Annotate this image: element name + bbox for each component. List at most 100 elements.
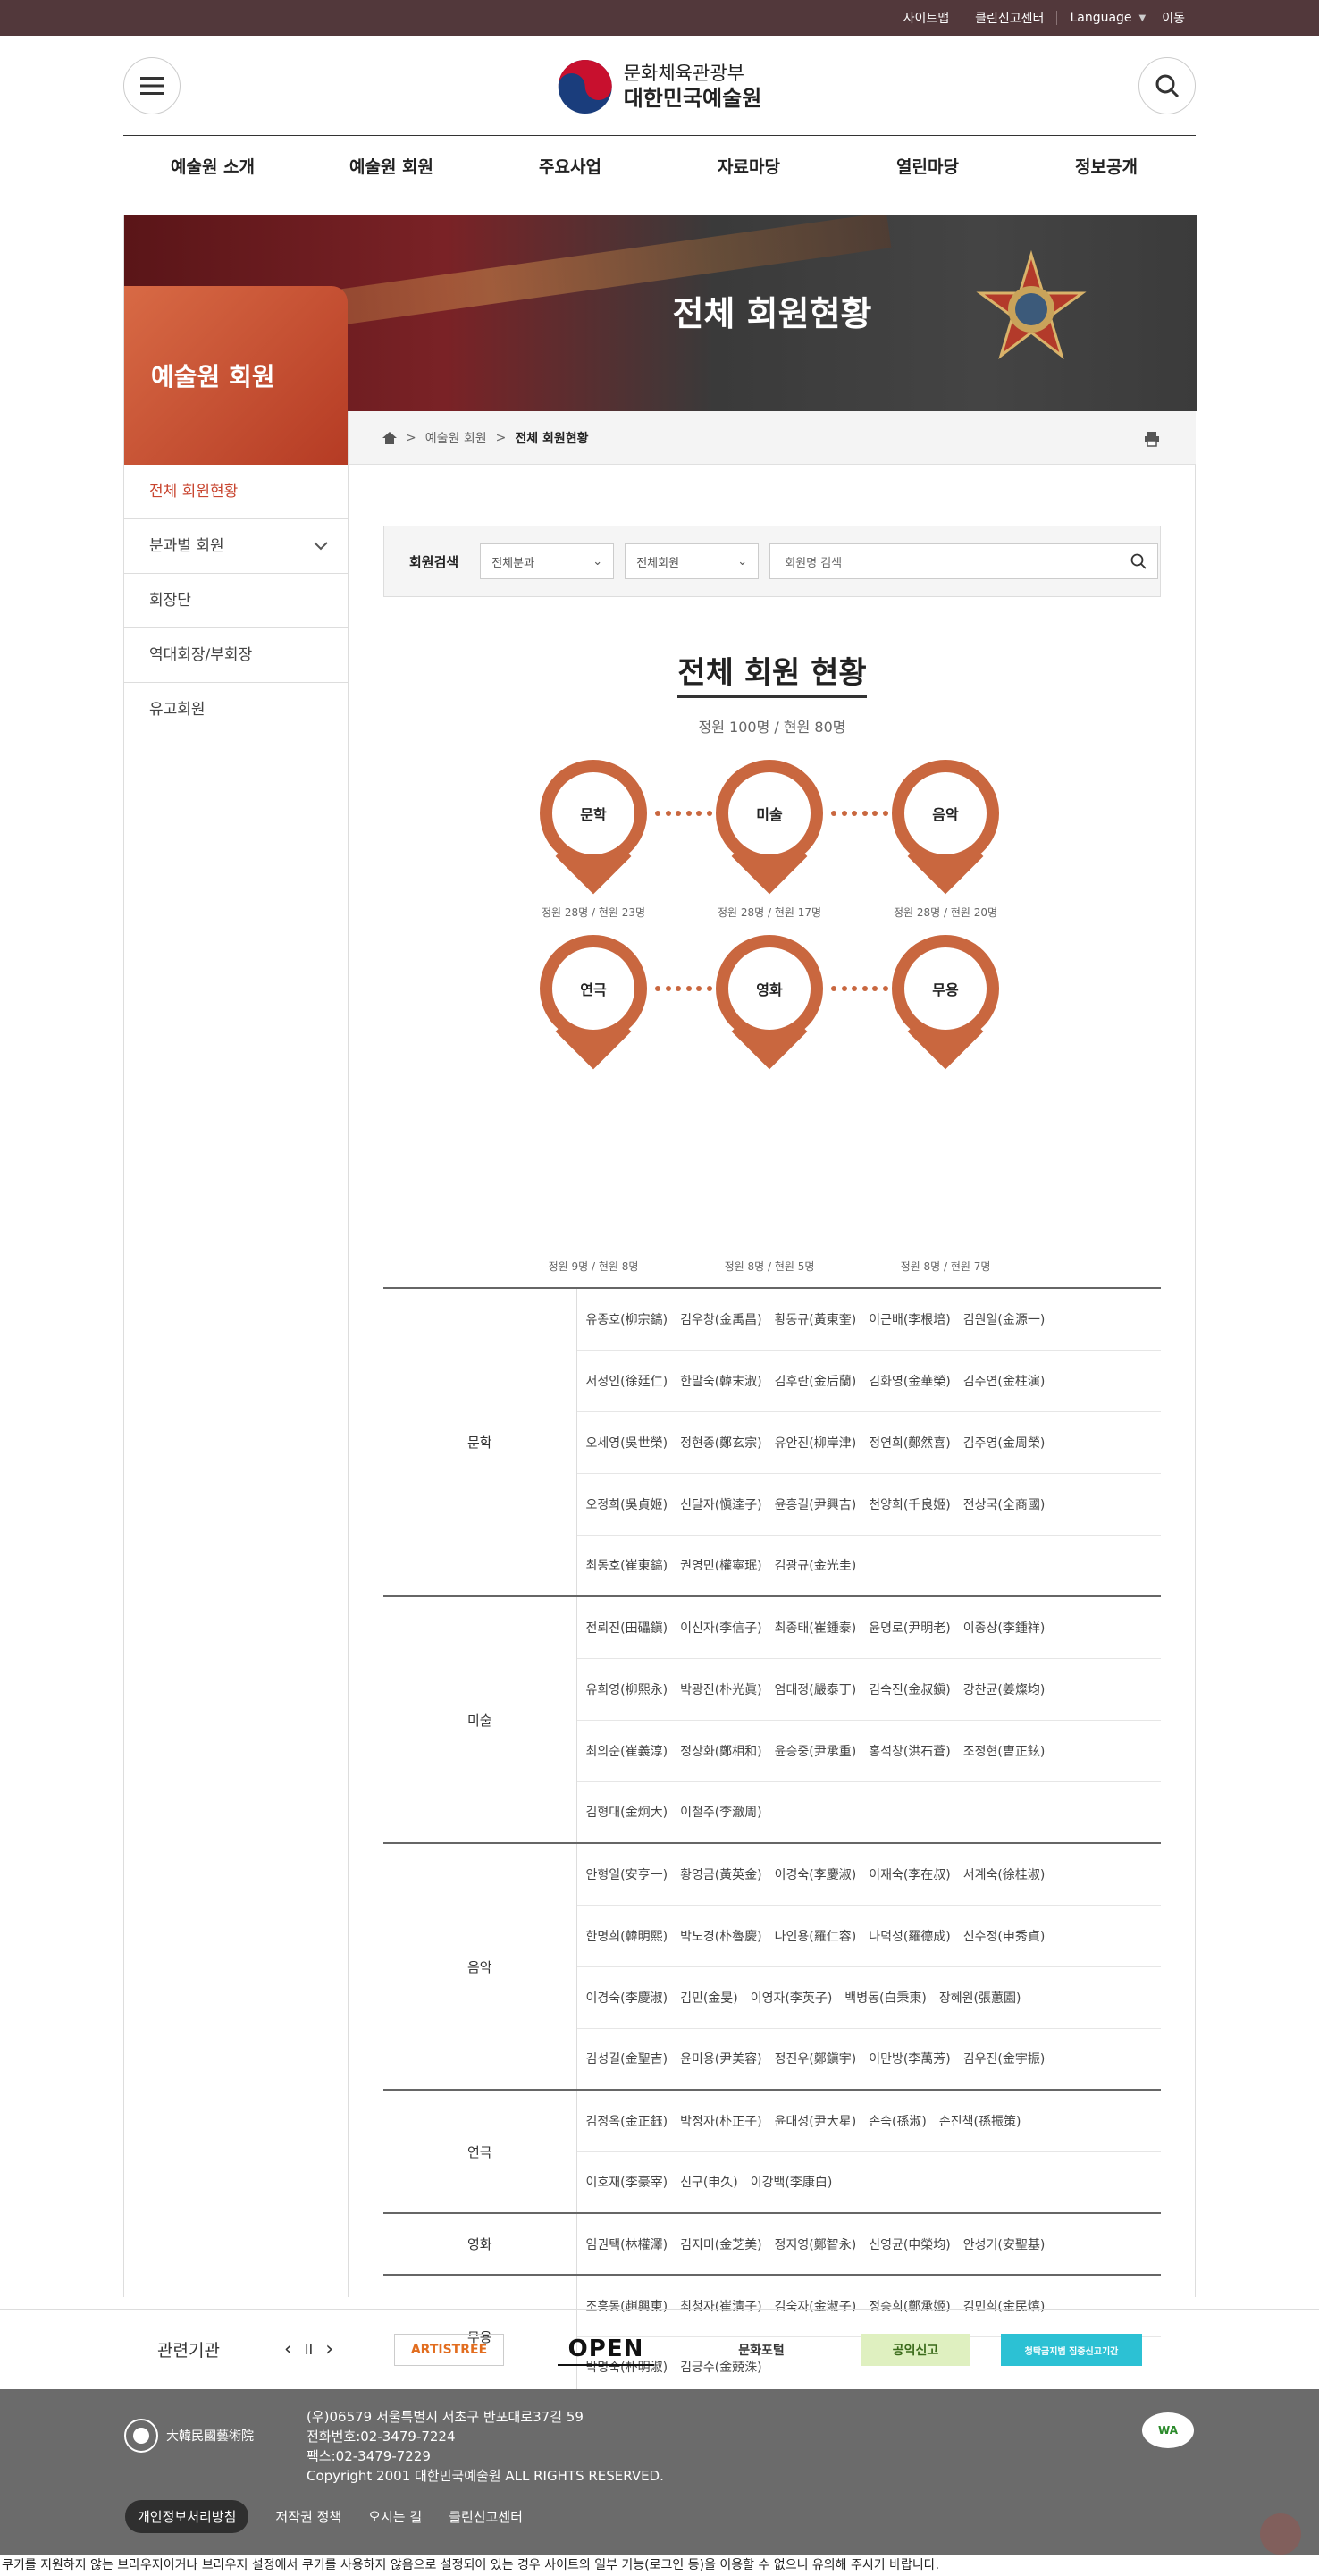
prev-arrow-icon[interactable]: ‹ bbox=[284, 2338, 292, 2361]
banner-open[interactable]: OPEN bbox=[558, 2334, 654, 2366]
breadcrumb-sep: > bbox=[495, 430, 507, 445]
print-icon[interactable] bbox=[1144, 431, 1160, 447]
academy-name: 대한민국예술원 bbox=[623, 86, 762, 111]
search-button[interactable] bbox=[1138, 57, 1196, 114]
nav-open-forum[interactable]: 열린마당 bbox=[838, 136, 1017, 198]
division-pin-dance[interactable]: 무용 bbox=[892, 935, 999, 1070]
carousel-controls: ‹ II › bbox=[284, 2338, 333, 2361]
footer-logo-text: 大韓民國藝術院 bbox=[166, 2429, 254, 2444]
chevron-down-icon: ⌄ bbox=[592, 554, 603, 568]
member-type-select[interactable]: 전체회원 ⌄ bbox=[625, 543, 760, 579]
total-quota: 정원 100명 / 현원 80명 bbox=[698, 719, 846, 736]
footer-tel: 전화번호:02-3479-7224 bbox=[307, 2429, 456, 2445]
member-names: 유종호(柳宗鎬) 김우창(金禹昌) 황동규(黃東奎) 이근배(李根培) 김원일(… bbox=[576, 1287, 1161, 1351]
language-go-button[interactable]: 이동 bbox=[1158, 9, 1197, 27]
pause-icon[interactable]: II bbox=[305, 2338, 313, 2361]
privacy-policy-link[interactable]: 개인정보처리방침 bbox=[125, 2500, 249, 2533]
member-names: 서정인(徐廷仁) 한말숙(韓末淑) 김후란(金后蘭) 김화영(金華榮) 김주연(… bbox=[576, 1350, 1161, 1412]
breadcrumb-level1[interactable]: 예술원 회원 bbox=[425, 429, 487, 447]
taegeuk-emblem-icon bbox=[558, 60, 612, 114]
division-pin-label: 연극 bbox=[552, 947, 634, 1030]
clean-report-footer-link[interactable]: 클린신고센터 bbox=[449, 2507, 523, 2526]
nav-about[interactable]: 예술원 소개 bbox=[123, 136, 302, 198]
division-name: 음악 bbox=[383, 1842, 577, 2090]
nav-projects[interactable]: 주요사업 bbox=[481, 136, 660, 198]
language-select[interactable]: Language ▼ bbox=[1056, 11, 1158, 25]
copyright-policy-link[interactable]: 저작권 정책 bbox=[275, 2507, 341, 2526]
member-names: 안형일(安亨一) 황영금(黃英金) 이경숙(李慶淑) 이재숙(李在叔) 서계숙(… bbox=[576, 1842, 1161, 1906]
member-names: 김형대(金炯大) 이철주(李澈周) bbox=[585, 1806, 762, 1821]
division-select-value: 전체분과 bbox=[491, 556, 535, 570]
footer-logo: 大韓民國藝術院 bbox=[123, 2418, 254, 2454]
side-item-division-members[interactable]: 분과별 회원 bbox=[124, 519, 348, 574]
footer-fax: 팩스:02-3479-7229 bbox=[307, 2448, 431, 2464]
member-names: 최의순(崔義淳) 정상화(鄭相和) 윤승중(尹承重) 홍석창(洪石蒼) 조정현(… bbox=[576, 1720, 1161, 1782]
academy-seal-icon bbox=[124, 2419, 158, 2453]
division-name: 연극 bbox=[383, 2089, 577, 2213]
division-quota: 정원 9명 / 현원 8명 bbox=[548, 1260, 639, 1273]
banner-public-report[interactable]: 공익신고 bbox=[861, 2334, 970, 2366]
side-item-past-chairs[interactable]: 역대회장/부회장 bbox=[124, 628, 348, 683]
member-table: 문학 유종호(柳宗鎬) 김우창(金禹昌) 황동규(黃東奎) 이근배(李根培) 김원… bbox=[383, 1287, 1161, 2400]
scroll-top-button[interactable] bbox=[1260, 2513, 1301, 2555]
clean-report-link[interactable]: 클린신고센터 bbox=[962, 9, 1056, 27]
menu-button[interactable] bbox=[123, 57, 181, 114]
member-names: 최동호(崔東鎬) 권영민(權寧珉) 김광규(金光圭) bbox=[585, 1559, 857, 1574]
member-names: 임권택(林權澤) 김지미(金芝美) 정지영(鄭智永) 신영균(申榮均) 안성기(… bbox=[576, 2212, 1161, 2275]
side-item-division-label: 분과별 회원 bbox=[149, 537, 224, 555]
next-arrow-icon[interactable]: › bbox=[325, 2338, 333, 2361]
member-names: 오세영(吳世榮) 정현종(鄭玄宗) 유안진(柳岸津) 정연희(鄭然喜) 김주영(… bbox=[576, 1411, 1161, 1474]
side-item-chairs[interactable]: 회장단 bbox=[124, 574, 348, 628]
language-label: Language bbox=[1070, 11, 1132, 25]
division-pin-film[interactable]: 영화 bbox=[716, 935, 823, 1070]
division-select[interactable]: 전체분과 ⌄ bbox=[480, 543, 615, 579]
site-logo[interactable]: 문화체육관광부 대한민국예술원 bbox=[558, 59, 762, 114]
utility-bar: 사이트맵 클린신고센터 Language ▼ 이동 bbox=[0, 0, 1319, 36]
footer-copyright: Copyright 2001 대한민국예술원 ALL RIGHTS RESERV… bbox=[307, 2468, 664, 2484]
connector-dots bbox=[831, 986, 888, 991]
page-title: 전체 회원 현황 bbox=[349, 648, 1196, 698]
directions-link[interactable]: 오시는 길 bbox=[368, 2507, 422, 2526]
search-icon[interactable] bbox=[1130, 553, 1147, 569]
nav-members[interactable]: 예술원 회원 bbox=[302, 136, 481, 198]
division-pin-art[interactable]: 미술 bbox=[716, 760, 823, 895]
table-row: 문학 유종호(柳宗鎬) 김우창(金禹昌) 황동규(黃東奎) 이근배(李根培) 김원… bbox=[383, 1287, 1161, 1596]
home-icon[interactable] bbox=[382, 431, 397, 444]
division-quota: 정원 28명 / 현원 20명 bbox=[893, 906, 998, 919]
hamburger-icon bbox=[140, 77, 164, 95]
division-pin-label: 미술 bbox=[728, 772, 811, 854]
main-navigation: 예술원 소개 예술원 회원 주요사업 자료마당 열린마당 정보공개 bbox=[123, 136, 1196, 198]
search-icon bbox=[1155, 74, 1180, 98]
member-names: 이호재(李豪宰) 신구(申久) 이강백(李康白) bbox=[585, 2176, 833, 2191]
connector-dots bbox=[655, 986, 712, 991]
search-label: 회원검색 bbox=[409, 553, 459, 570]
member-name-input[interactable]: 회원명 검색 bbox=[769, 543, 1159, 579]
connector-dots bbox=[831, 811, 888, 816]
member-names: 오정희(吳貞姬) 신달자(愼達子) 윤흥길(尹興吉) 천양희(千良姬) 전상국(… bbox=[576, 1473, 1161, 1536]
member-names: 김성길(金聖吉) 윤미용(尹美容) 정진우(鄭鎭宇) 이만방(李萬芳) 김우진(… bbox=[585, 2052, 1046, 2067]
site-footer: 大韓民國藝術院 (우)06579 서울특별시 서초구 반포대로37길 59 전화… bbox=[0, 2389, 1319, 2555]
member-names: 이경숙(李慶淑) 김민(金旻) 이영자(李英子) 백병동(白秉東) 장혜원(張蕙… bbox=[576, 1966, 1161, 2029]
sitemap-link[interactable]: 사이트맵 bbox=[891, 9, 962, 27]
member-search-box: 회원검색 전체분과 ⌄ 전체회원 ⌄ 회원명 검색 bbox=[383, 526, 1161, 597]
division-pin-music[interactable]: 음악 bbox=[892, 760, 999, 895]
chevron-down-icon bbox=[314, 519, 328, 573]
table-row: 미술 전뢰진(田礧鎭) 이신자(李信子) 최종태(崔鍾泰) 윤명로(尹明老) 이종… bbox=[383, 1595, 1161, 1843]
side-item-all-members[interactable]: 전체 회원현황 bbox=[124, 465, 348, 519]
footer-links: 개인정보처리방침 저작권 정책 오시는 길 클린신고센터 bbox=[125, 2500, 523, 2533]
division-name: 문학 bbox=[383, 1287, 577, 1596]
division-pin-theater[interactable]: 연극 bbox=[540, 935, 647, 1070]
breadcrumb-sep: > bbox=[406, 430, 416, 445]
member-names: 유희영(柳熙永) 박광진(朴光眞) 엄태정(嚴泰丁) 김숙진(金叔鎭) 강찬균(… bbox=[576, 1658, 1161, 1721]
banner-culture-portal[interactable]: 문화포털 bbox=[708, 2334, 815, 2366]
nav-disclosure[interactable]: 정보공개 bbox=[1017, 136, 1196, 198]
banner-anticorruption[interactable]: 청탁금지법 집중신고기간 bbox=[1001, 2334, 1142, 2366]
nav-resources[interactable]: 자료마당 bbox=[660, 136, 838, 198]
site-header: 문화체육관광부 대한민국예술원 bbox=[123, 36, 1196, 136]
division-pin-literature[interactable]: 문학 bbox=[540, 760, 647, 895]
side-item-deceased[interactable]: 유고회원 bbox=[124, 683, 348, 737]
banner-artistree[interactable]: ARTISTREE bbox=[394, 2334, 504, 2366]
chevron-down-icon: ⌄ bbox=[737, 554, 748, 568]
caret-down-icon: ▼ bbox=[1138, 13, 1147, 23]
table-row: 영화 임권택(林權澤) 김지미(金芝美) 정지영(鄭智永) 신영균(申榮均) 안성… bbox=[383, 2212, 1161, 2275]
